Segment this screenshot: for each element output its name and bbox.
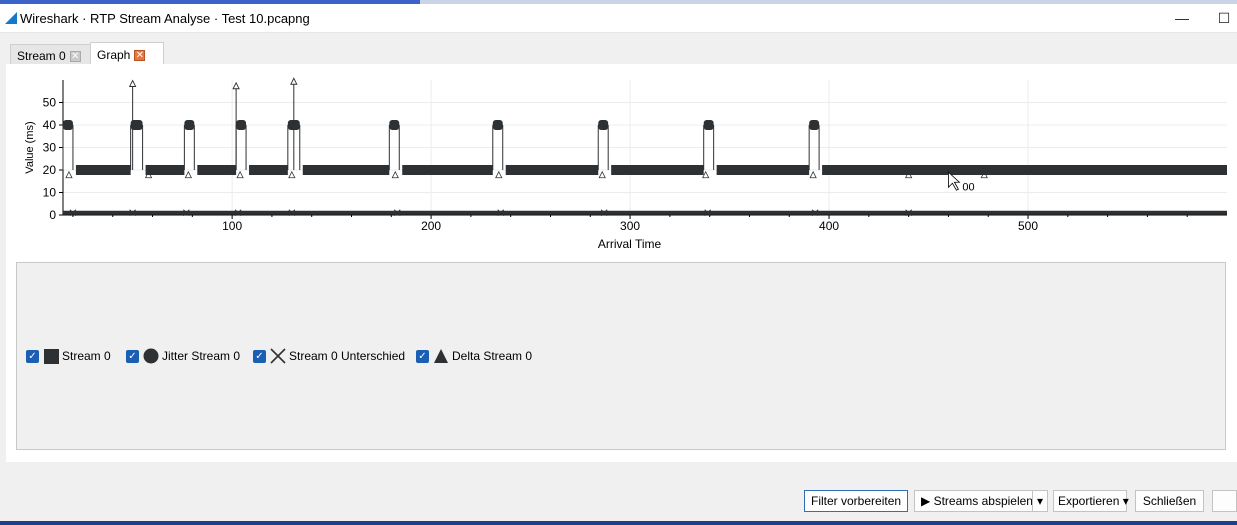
y-tick-label: 30 xyxy=(43,141,57,155)
stream-0-baseline-band xyxy=(505,165,599,175)
delta-peak-marker xyxy=(128,79,137,87)
legend-item-stream-0[interactable]: ✓ Stream 0 xyxy=(26,348,111,364)
rtp-graph[interactable]: 0 10 20 30 40 50 100 200 300 400 500 Arrival Time Va… xyxy=(16,74,1227,256)
tab-label: Graph xyxy=(97,48,131,62)
stream-0-baseline-band xyxy=(75,165,131,175)
stream-0-baseline-band xyxy=(716,165,810,175)
delta-marker xyxy=(809,170,817,179)
legend-item-stream-0-unterschied[interactable]: ✓ Stream 0 Unterschied xyxy=(253,348,405,364)
stream-0-baseline-band xyxy=(402,165,493,175)
taskbar-bottom-strip xyxy=(0,521,1237,525)
stream-0-baseline-band xyxy=(822,165,1227,175)
delta-peak-marker xyxy=(290,77,298,85)
x-tick-label: 200 xyxy=(421,219,441,233)
minimize-button[interactable]: — xyxy=(1170,8,1194,28)
stream-0-baseline-band xyxy=(611,165,704,175)
x-axis-label: Arrival Time xyxy=(598,237,662,251)
play-streams-button[interactable]: ▶ Streams abspielen xyxy=(914,490,1033,512)
stream-0-spike-band xyxy=(63,120,73,130)
help-button[interactable] xyxy=(1212,490,1237,512)
x-tick-label: 100 xyxy=(222,219,242,233)
legend-label: Stream 0 Unterschied xyxy=(289,349,406,363)
window-title: Wireshark · RTP Stream Analyse · Test 10… xyxy=(20,11,310,26)
play-icon: ▶ xyxy=(921,494,931,508)
filter-prepare-button[interactable]: Filter vorbereiten xyxy=(804,490,908,512)
stream-0-spike-band xyxy=(703,120,714,130)
legend-label: Delta Stream 0 xyxy=(452,349,533,363)
y-tick-label: 40 xyxy=(43,118,57,132)
legend-label: Stream 0 xyxy=(62,349,111,363)
delta-marker xyxy=(288,170,296,179)
play-dropdown-button[interactable]: ▾ xyxy=(1032,490,1048,512)
y-tick-label: 10 xyxy=(43,186,57,200)
export-label: Exportieren xyxy=(1058,494,1120,508)
title-bar: Wireshark · RTP Stream Analyse · Test 10… xyxy=(0,4,1237,33)
tab-stream-0[interactable]: Stream 0 ✕ xyxy=(10,44,92,66)
delta-marker xyxy=(495,170,503,179)
cross-icon xyxy=(270,348,286,364)
check-icon[interactable]: ✓ xyxy=(416,349,429,363)
stream-0-spike-band xyxy=(236,120,247,130)
close-button[interactable]: Schließen xyxy=(1135,490,1204,512)
close-icon[interactable]: ✕ xyxy=(69,51,81,63)
stream-0-baseline-band xyxy=(249,165,288,175)
delta-marker xyxy=(391,170,399,179)
y-tick-label: 0 xyxy=(49,208,56,222)
x-tick-label: 500 xyxy=(1018,219,1038,233)
x-tick-label: 400 xyxy=(819,219,839,233)
delta-marker xyxy=(236,170,244,179)
cursor-readout: 00 xyxy=(962,181,974,193)
check-icon[interactable]: ✓ xyxy=(126,349,139,363)
check-icon[interactable]: ✓ xyxy=(253,349,266,363)
chevron-down-icon: ▾ xyxy=(1119,494,1129,508)
delta-marker xyxy=(65,170,73,179)
triangle-icon xyxy=(433,348,449,364)
y-axis-label: Value (ms) xyxy=(24,121,36,173)
maximize-button[interactable]: ☐ xyxy=(1212,8,1236,28)
dropdown-arrow-icon: ▾ xyxy=(1036,494,1044,508)
stream-0-baseline-band xyxy=(302,165,390,175)
circle-icon xyxy=(143,348,159,364)
x-tick-label: 300 xyxy=(620,219,640,233)
stream-0-spike-band xyxy=(389,120,400,130)
stream-0-baseline-band xyxy=(145,165,185,175)
play-streams-label: Streams abspielen xyxy=(933,494,1033,508)
tab-graph[interactable]: Graph ✕ xyxy=(90,42,164,66)
y-tick-label: 50 xyxy=(43,96,57,110)
square-icon xyxy=(43,348,59,364)
stream-0-spike-band xyxy=(184,120,195,130)
stream-0-spike-band xyxy=(492,120,503,130)
rtp-chart[interactable]: 0 10 20 30 40 50 100 200 300 400 500 Arrival Time Va… xyxy=(16,74,1227,256)
check-icon[interactable]: ✓ xyxy=(26,349,39,363)
legend-label: Jitter Stream 0 xyxy=(162,349,241,363)
legend-item-jitter-stream-0[interactable]: ✓ Jitter Stream 0 xyxy=(126,348,240,364)
stream-0-spike-band xyxy=(598,120,609,130)
delta-marker xyxy=(184,170,193,179)
close-icon[interactable]: ✕ xyxy=(134,50,146,62)
export-button[interactable]: Exportieren ▾ xyxy=(1053,490,1129,512)
stream-0-spike-band xyxy=(809,120,820,130)
legend-item-delta-stream-0[interactable]: ✓ Delta Stream 0 xyxy=(416,348,532,364)
wireshark-icon xyxy=(5,12,17,24)
tab-label: Stream 0 xyxy=(17,49,66,63)
delta-marker xyxy=(598,170,606,179)
y-tick-label: 20 xyxy=(43,163,57,177)
stream-0-baseline-band xyxy=(197,165,237,175)
delta-peak-marker xyxy=(232,81,240,90)
